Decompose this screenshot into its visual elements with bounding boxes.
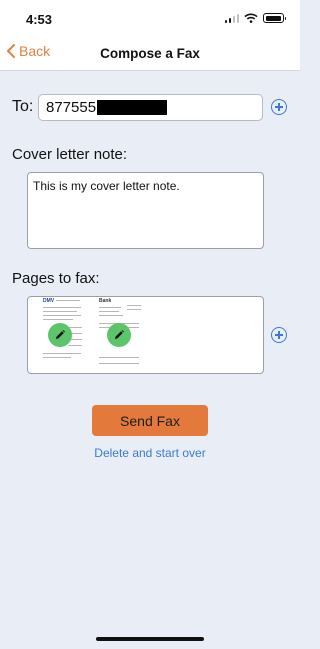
page-thumbnail[interactable]: Bank	[91, 297, 147, 369]
redacted-number	[97, 100, 168, 115]
cover-letter-textarea[interactable]: This is my cover letter note.	[27, 172, 264, 249]
add-recipient-icon[interactable]	[271, 99, 287, 115]
pages-label: Pages to fax:	[12, 270, 100, 287]
to-value: 877555	[46, 99, 97, 116]
signal-icon	[224, 13, 239, 23]
add-page-icon[interactable]	[271, 327, 287, 343]
navigation-bar: Back Compose a Fax	[0, 36, 300, 71]
to-label: To:	[12, 98, 34, 115]
status-bar: 4:53	[0, 0, 300, 36]
edit-page-button[interactable]	[48, 323, 72, 347]
page-thumbnail[interactable]: DMV	[36, 297, 92, 369]
edit-page-button[interactable]	[107, 323, 131, 347]
status-icons	[224, 13, 286, 23]
wifi-icon	[244, 13, 258, 23]
cover-letter-label: Cover letter note:	[12, 146, 128, 163]
pencil-icon	[56, 330, 65, 339]
delete-and-start-over-link[interactable]: Delete and start over	[0, 446, 300, 460]
send-fax-button[interactable]: Send Fax	[92, 405, 208, 436]
home-indicator	[96, 637, 204, 641]
to-field[interactable]: 877555	[38, 94, 263, 121]
status-time: 4:53	[26, 12, 53, 27]
pencil-icon	[115, 330, 124, 339]
pages-container: DMV Bank	[27, 296, 264, 374]
battery-icon	[263, 13, 286, 23]
page-header-text: Bank	[99, 298, 112, 304]
page-header-text: DMV	[43, 298, 55, 304]
page-title: Compose a Fax	[100, 46, 200, 61]
